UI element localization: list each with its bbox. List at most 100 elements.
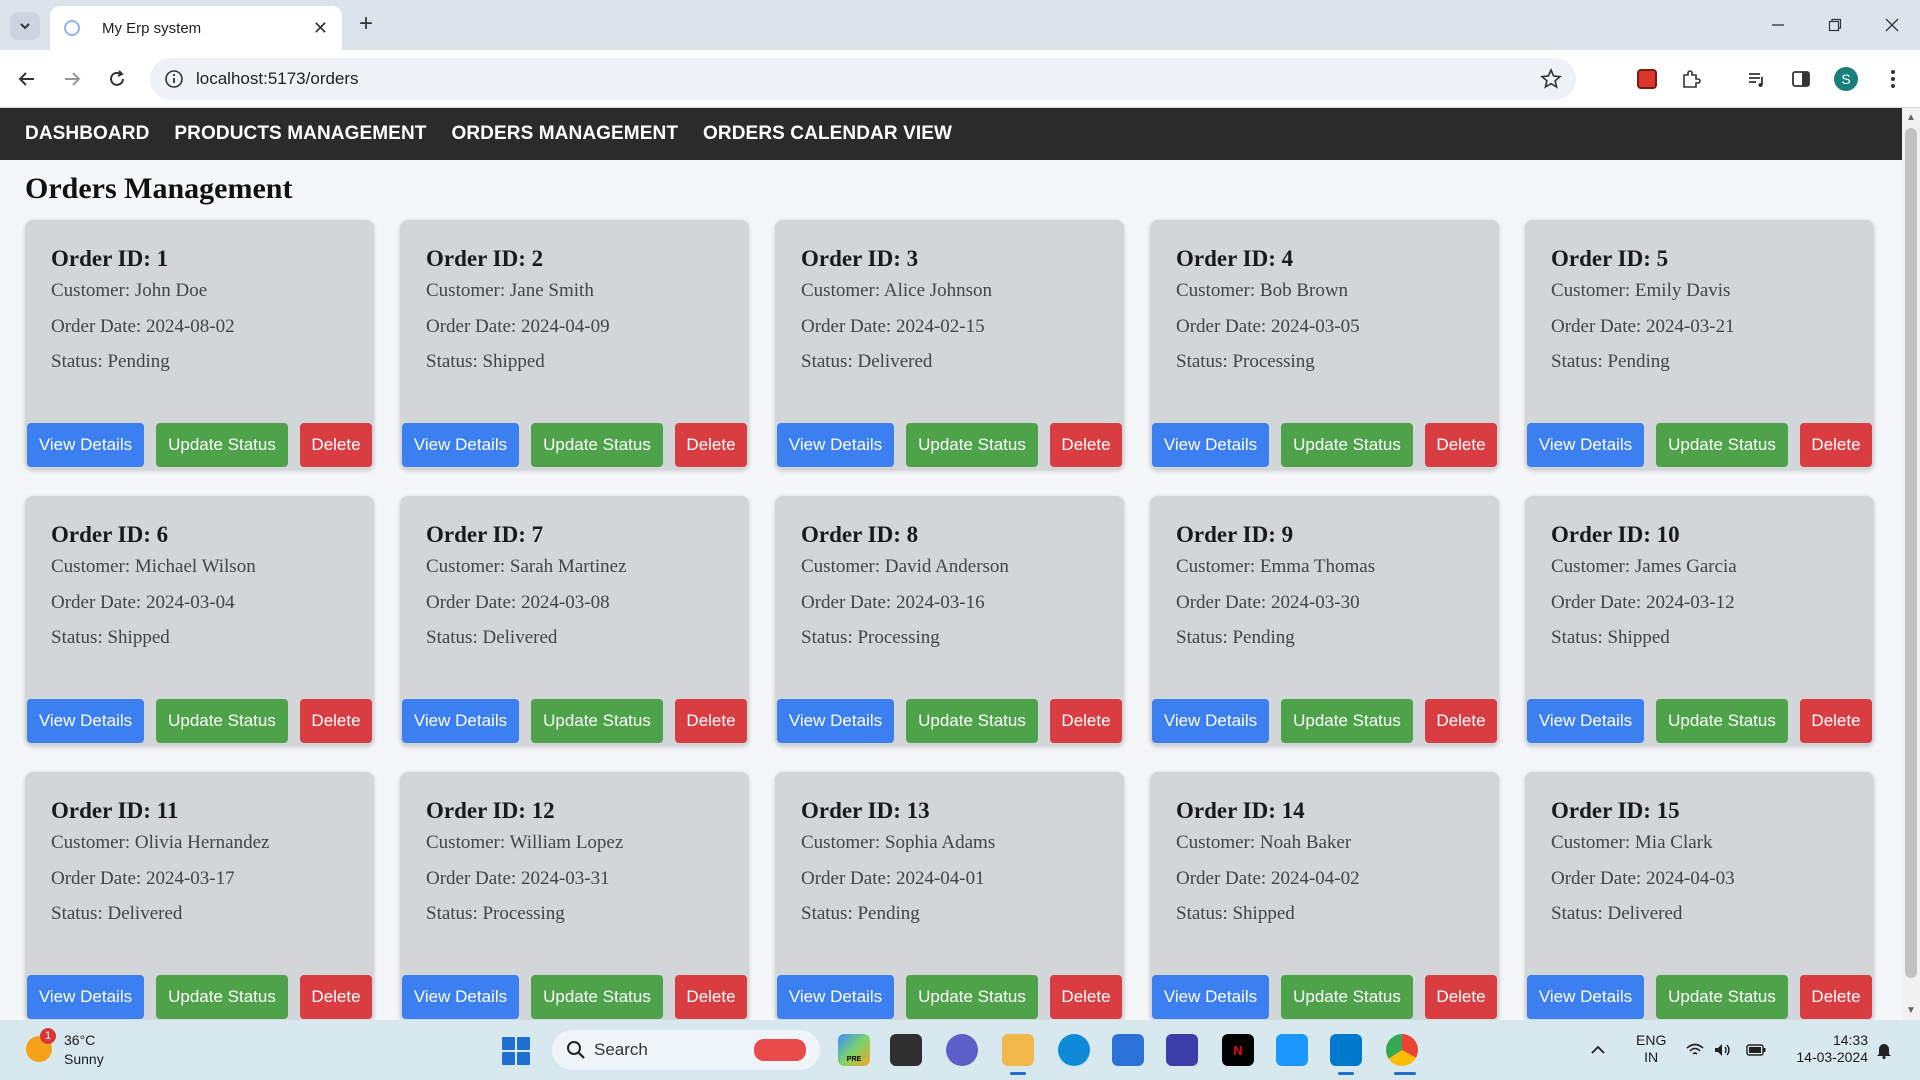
update-status-button[interactable]: Update Status (156, 423, 288, 467)
view-details-button[interactable]: View Details (1152, 699, 1269, 743)
media-control-icon[interactable] (1742, 64, 1772, 94)
tab-close-icon[interactable]: ✕ (313, 18, 328, 39)
order-id: Order ID: 15 (1551, 798, 1680, 823)
netflix-icon[interactable]: N (1222, 1034, 1254, 1066)
teams-icon[interactable] (946, 1034, 978, 1066)
update-status-button[interactable]: Update Status (1656, 423, 1788, 467)
delete-button[interactable]: Delete (1425, 423, 1497, 467)
new-tab-icon[interactable]: + (352, 10, 380, 38)
restore-icon[interactable] (1806, 0, 1863, 50)
browser-tab[interactable]: My Erp system ✕ (50, 6, 342, 50)
nav-products-management[interactable]: PRODUCTS MANAGEMENT (174, 123, 426, 145)
view-details-button[interactable]: View Details (777, 975, 894, 1019)
back-icon[interactable] (12, 64, 42, 94)
taskbar-search[interactable]: Search (552, 1030, 820, 1070)
delete-button[interactable]: Delete (300, 423, 372, 467)
nav-dashboard[interactable]: DASHBOARD (25, 123, 149, 145)
delete-button[interactable]: Delete (1050, 975, 1122, 1019)
copilot-icon[interactable]: PRE (838, 1034, 870, 1066)
update-status-button[interactable]: Update Status (531, 975, 663, 1019)
delete-button[interactable]: Delete (1800, 423, 1872, 467)
delete-button[interactable]: Delete (675, 699, 747, 743)
battery-icon[interactable] (1746, 1020, 1766, 1080)
delete-button[interactable]: Delete (1425, 699, 1497, 743)
volume-icon[interactable] (1714, 1020, 1732, 1080)
more-menu-icon[interactable] (1878, 64, 1908, 94)
update-status-button[interactable]: Update Status (1656, 975, 1788, 1019)
view-details-button[interactable]: View Details (402, 699, 519, 743)
view-details-button[interactable]: View Details (1527, 699, 1644, 743)
extension-red-icon[interactable] (1632, 64, 1662, 94)
update-status-button[interactable]: Update Status (156, 975, 288, 1019)
update-status-button[interactable]: Update Status (1281, 699, 1413, 743)
view-details-button[interactable]: View Details (777, 423, 894, 467)
delete-button[interactable]: Delete (1800, 699, 1872, 743)
delete-button[interactable]: Delete (1800, 975, 1872, 1019)
view-details-button[interactable]: View Details (27, 699, 144, 743)
notification-bell-icon[interactable] (1876, 1020, 1892, 1080)
view-details-button[interactable]: View Details (27, 423, 144, 467)
delete-button[interactable]: Delete (1050, 699, 1122, 743)
update-status-button[interactable]: Update Status (1281, 423, 1413, 467)
delete-button[interactable]: Delete (1425, 975, 1497, 1019)
update-status-button[interactable]: Update Status (906, 699, 1038, 743)
language-indicator[interactable]: ENG IN (1636, 1032, 1666, 1066)
tab-search-icon[interactable] (10, 12, 40, 40)
order-date: Order Date: 2024-03-21 (1551, 316, 1735, 337)
scrollbar-thumb[interactable] (1905, 128, 1917, 978)
order-date: Order Date: 2024-03-12 (1551, 592, 1735, 613)
forward-icon[interactable] (57, 64, 87, 94)
view-details-button[interactable]: View Details (1527, 975, 1644, 1019)
delete-button[interactable]: Delete (675, 975, 747, 1019)
update-status-button[interactable]: Update Status (1281, 975, 1413, 1019)
view-details-button[interactable]: View Details (1152, 423, 1269, 467)
view-details-button[interactable]: View Details (1152, 975, 1269, 1019)
order-customer: Customer: Mia Clark (1551, 832, 1713, 853)
site-info-icon[interactable] (164, 69, 184, 89)
profile-avatar[interactable]: S (1834, 67, 1858, 91)
nav-orders-calendar-view[interactable]: ORDERS CALENDAR VIEW (703, 123, 952, 145)
wifi-icon[interactable] (1686, 1020, 1704, 1080)
file-explorer-icon[interactable] (1002, 1034, 1034, 1066)
task-view-icon[interactable] (890, 1034, 922, 1066)
view-details-button[interactable]: View Details (27, 975, 144, 1019)
delete-button[interactable]: Delete (1050, 423, 1122, 467)
order-id: Order ID: 14 (1176, 798, 1305, 823)
view-details-button[interactable]: View Details (402, 423, 519, 467)
update-status-button[interactable]: Update Status (906, 423, 1038, 467)
show-hidden-icons[interactable] (1590, 1020, 1606, 1080)
nav-orders-management[interactable]: ORDERS MANAGEMENT (451, 123, 678, 145)
update-status-button[interactable]: Update Status (531, 423, 663, 467)
delete-button[interactable]: Delete (300, 699, 372, 743)
view-details-button[interactable]: View Details (1527, 423, 1644, 467)
update-status-button[interactable]: Update Status (531, 699, 663, 743)
view-details-button[interactable]: View Details (402, 975, 519, 1019)
delete-button[interactable]: Delete (675, 423, 747, 467)
prime-video-icon[interactable] (1276, 1034, 1308, 1066)
address-bar[interactable]: localhost:5173/orders (150, 58, 1576, 100)
delete-button[interactable]: Delete (300, 975, 372, 1019)
order-date: Order Date: 2024-03-17 (51, 868, 235, 889)
store-icon[interactable] (1112, 1034, 1144, 1066)
order-card: Order ID: 9 Customer: Emma Thomas Order … (1150, 496, 1499, 746)
minimize-icon[interactable] (1749, 0, 1806, 50)
system-clock[interactable]: 14:33 14-03-2024 (1788, 1032, 1868, 1066)
scroll-up-icon[interactable]: ▲ (1904, 112, 1918, 123)
update-status-button[interactable]: Update Status (906, 975, 1038, 1019)
order-card: Order ID: 1 Customer: John Doe Order Dat… (25, 220, 374, 470)
windows-start-icon[interactable] (502, 1037, 530, 1065)
vscode-icon[interactable] (1330, 1034, 1362, 1066)
close-window-icon[interactable] (1863, 0, 1920, 50)
update-status-button[interactable]: Update Status (1656, 699, 1788, 743)
reload-icon[interactable] (102, 64, 132, 94)
scroll-down-icon[interactable]: ▼ (1904, 1005, 1918, 1016)
edge-icon[interactable] (1058, 1034, 1090, 1066)
view-details-button[interactable]: View Details (777, 699, 894, 743)
side-panel-icon[interactable] (1786, 64, 1816, 94)
chrome-icon[interactable] (1386, 1034, 1418, 1066)
weather-widget[interactable]: 1 36°C Sunny (26, 1028, 146, 1072)
bookmark-star-icon[interactable] (1540, 68, 1562, 90)
app-m-icon[interactable] (1166, 1034, 1198, 1066)
puzzle-icon[interactable] (1676, 64, 1706, 94)
update-status-button[interactable]: Update Status (156, 699, 288, 743)
